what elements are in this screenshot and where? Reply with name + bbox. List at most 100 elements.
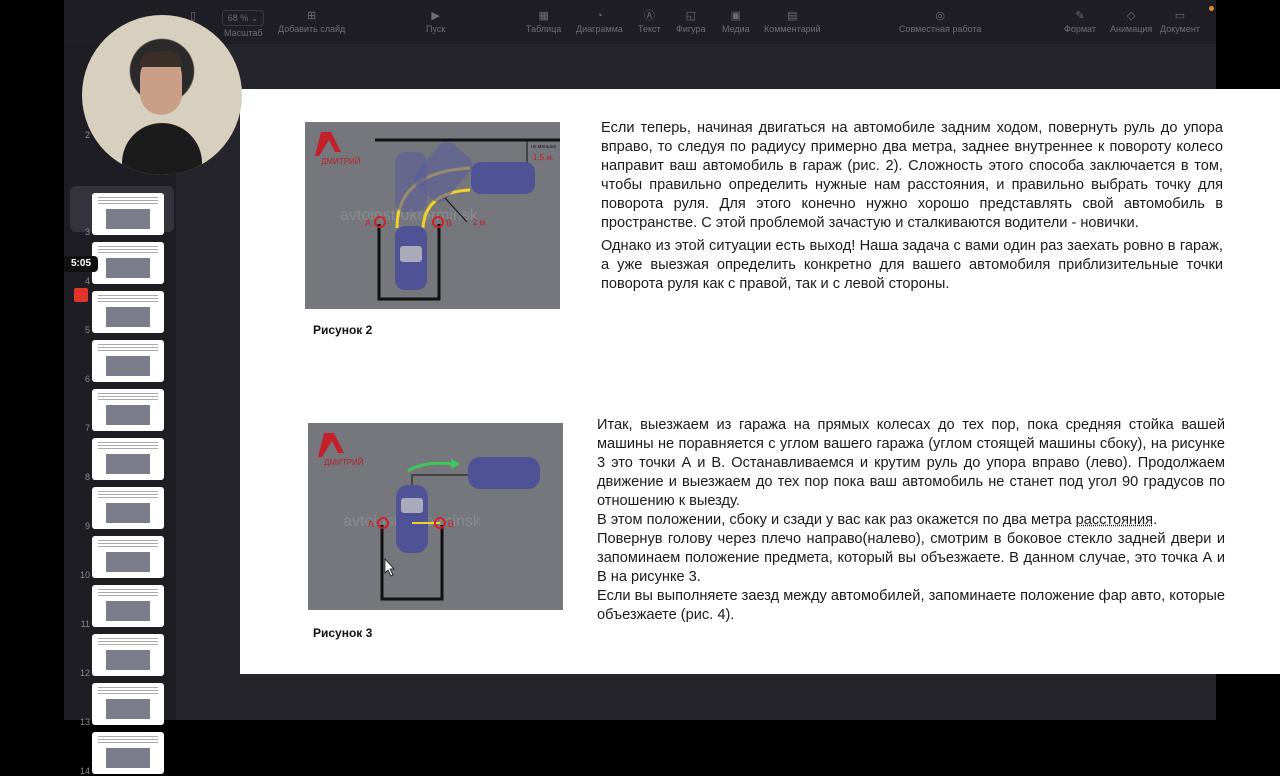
thumb-image	[106, 356, 150, 376]
paragraph: Итак, выезжаем из гаража на прямых колес…	[597, 417, 1225, 509]
thumb-image	[106, 454, 150, 474]
slide-thumbnail[interactable]	[92, 291, 164, 333]
format-icon: ✎	[1075, 10, 1085, 22]
thumb-text	[98, 295, 158, 303]
thumb-text	[98, 589, 158, 597]
slide-number: 8	[84, 472, 90, 482]
point-a-label: A	[365, 218, 371, 228]
thumb-image	[106, 209, 150, 229]
figure-3-caption: Рисунок 3	[313, 626, 373, 640]
thumb-text	[98, 442, 158, 450]
media-icon: ▣	[730, 10, 742, 22]
thumb-text	[98, 638, 158, 646]
add-slide-button[interactable]: ⊞ Добавить слайд	[278, 8, 345, 34]
slide-thumbnail[interactable]	[92, 193, 164, 235]
slide-thumbnail[interactable]	[92, 634, 164, 676]
slide-number: 7	[84, 423, 90, 433]
document-button[interactable]: ▭ Документ	[1160, 8, 1200, 34]
slide-number: 3	[84, 227, 90, 237]
slide-thumbnail[interactable]	[92, 536, 164, 578]
point-b-label: B	[448, 519, 454, 529]
slide-thumbnail[interactable]	[92, 585, 164, 627]
slide-number: 4	[84, 276, 90, 286]
slide-number: 9	[84, 521, 90, 531]
zoom-select[interactable]: 68 % ⌄	[222, 10, 264, 26]
shape-button[interactable]: ◱ Фигура	[676, 8, 706, 34]
label: Комментарий	[764, 24, 821, 34]
label: Медиа	[722, 24, 750, 34]
text-block-2[interactable]: Итак, выезжаем из гаража на прямых колес…	[597, 416, 1225, 625]
label: Текст	[638, 24, 661, 34]
text-button[interactable]: Ⓐ Текст	[638, 8, 661, 34]
thumb-image	[106, 552, 150, 572]
paragraph: В этом положении, сбоку и сзади у вас ка…	[597, 511, 1225, 530]
slide-number: 10	[79, 570, 90, 580]
animation-button[interactable]: ◇ Анимация	[1110, 8, 1152, 34]
slide-number: 2	[84, 130, 90, 140]
slide-canvas[interactable]: ДМИТРИЙ avtoinstruktorminsk не меньше 1,…	[240, 89, 1280, 674]
thumb-image	[106, 650, 150, 670]
toolbar: ▯ 68 % ⌄ Масштаб ⊞ Добавить слайд ▶ Пуск ▦…	[64, 0, 1216, 44]
zoom-label: Масштаб	[224, 28, 263, 38]
collaborate-button[interactable]: ◎ Совместная работа	[899, 8, 981, 34]
slide-number: 11	[80, 619, 90, 629]
webcam-overlay	[82, 15, 242, 175]
table-button[interactable]: ▦ Таблица	[526, 8, 561, 34]
thumb-text	[98, 491, 158, 499]
text-block-1[interactable]: Если теперь, начиная двигаться на автомо…	[601, 119, 1223, 298]
paragraph: Однако из этой ситуации есть выход! Наша…	[601, 238, 1223, 292]
min-label: не меньше	[531, 144, 557, 150]
add-slide-icon: ⊞	[307, 10, 317, 22]
comment-icon: ▤	[787, 10, 798, 22]
paragraph: Если теперь, начиная двигаться на автомо…	[601, 120, 1223, 231]
slide-number: 14	[79, 766, 90, 776]
media-button[interactable]: ▣ Медиа	[722, 8, 750, 34]
figure-2-caption: Рисунок 2	[313, 323, 373, 337]
chart-button[interactable]: ◔ Диаграмма	[576, 8, 623, 34]
collaborate-icon: ◎	[935, 10, 945, 22]
thumb-image	[106, 601, 150, 621]
thumb-text	[98, 197, 158, 205]
paragraph: Если вы выполняете заезд между автомобил…	[597, 588, 1225, 623]
logo-text: ДМИТРИЙ	[321, 157, 361, 166]
slide-thumbnail[interactable]	[92, 732, 164, 774]
text-run: В этом положении, сбоку и сзади у вас ка…	[597, 512, 1076, 528]
thumb-text	[98, 736, 158, 744]
label: Диаграмма	[576, 24, 623, 34]
slide-thumbnail[interactable]	[92, 242, 164, 284]
slide-thumbnail[interactable]	[92, 340, 164, 382]
recording-indicator-dot	[1209, 6, 1214, 11]
slide-thumbnail[interactable]	[92, 389, 164, 431]
label: Формат	[1064, 24, 1096, 34]
car-side	[468, 457, 540, 489]
slide-number: 13	[79, 717, 90, 727]
stop-recording-button[interactable]	[74, 288, 88, 302]
slide-thumbnail[interactable]	[92, 683, 164, 725]
slide-thumbnail[interactable]	[92, 487, 164, 529]
text-run: .	[1153, 512, 1158, 528]
thumb-text	[98, 246, 158, 254]
label: Пуск	[426, 24, 446, 34]
label: Совместная работа	[899, 24, 982, 34]
presenter-body	[122, 123, 202, 175]
label: Таблица	[526, 24, 562, 34]
format-button[interactable]: ✎ Формат	[1064, 8, 1096, 34]
play-button[interactable]: ▶ Пуск	[426, 8, 445, 34]
chart-icon: ◔	[596, 10, 603, 22]
comment-button[interactable]: ▤ Комментарий	[764, 8, 821, 34]
label: Фигура	[676, 24, 706, 34]
slide-thumbnail[interactable]	[92, 438, 164, 480]
presenter-hair	[140, 51, 182, 67]
thumb-image	[106, 748, 150, 768]
animation-icon: ◇	[1126, 10, 1136, 22]
slide-number: 6	[84, 374, 90, 384]
label: Анимация	[1110, 24, 1153, 34]
document-icon: ▭	[1174, 10, 1186, 22]
thumb-text	[98, 393, 158, 401]
paragraph: Повернув голову через плечо направо(нале…	[597, 531, 1225, 585]
table-icon: ▦	[538, 10, 549, 22]
slide-number: 5	[84, 325, 90, 335]
spellcheck-word: расстояния	[1075, 512, 1154, 528]
label: Добавить слайд	[278, 24, 346, 34]
thumb-image	[106, 258, 150, 278]
